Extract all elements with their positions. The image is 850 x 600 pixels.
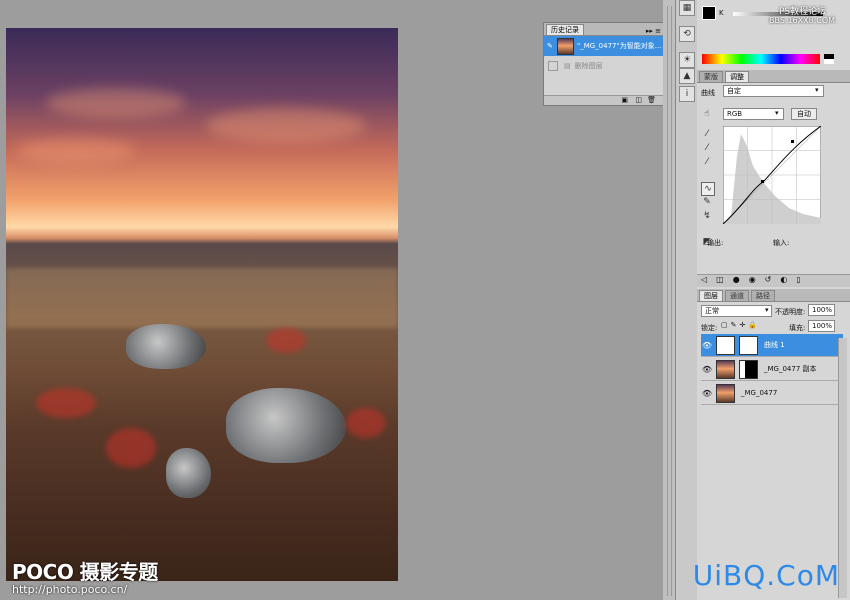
fill-input[interactable]: 100% [808,320,835,332]
sky-cloud [46,88,186,118]
layer-thumb [716,359,735,379]
curves-adjust-icon [716,335,735,355]
opacity-input[interactable]: 100% [808,304,835,316]
rock [126,324,206,369]
sky-cloud [16,138,136,163]
layers-tabs: 图层 通道 路径 [697,289,850,302]
opacity-label: 不透明度: [775,308,806,316]
lock-label: 锁定: [701,324,718,332]
sky-cloud [206,108,366,143]
tab-layers[interactable]: 图层 [699,290,723,301]
layer-curves-1[interactable]: 👁 曲线 1 [701,334,843,357]
document-canvas[interactable] [6,28,398,581]
layer-mg0477[interactable]: 👁 _MG_0477 [701,382,843,405]
output-label: 输出: [707,239,724,247]
eye-icon[interactable]: 👁 [701,389,713,398]
layer-name: _MG_0477 副本 [764,365,817,373]
dock-grip[interactable] [667,6,672,596]
brush-icon: ✎ [547,42,553,50]
curve-point-icon[interactable]: ∿ [701,182,715,196]
snapshot-icon[interactable]: ◫ [635,96,642,104]
history-thumbnail [557,37,574,55]
chevron-down-icon: ▾ [815,86,819,94]
channel-k-label: K [719,9,724,17]
layer-mask-thumb[interactable] [739,335,758,355]
input-label: 输入: [773,239,790,247]
history-button-bar: ▣ ◫ 🗑 [544,95,664,105]
history-tabs: 历史记录 ▸▸ ≡ [544,23,664,36]
brightness-icon[interactable]: ☀ [679,52,695,68]
right-panels: K PS教程论坛 BBS.16XX8.COM 蒙版 调整 曲线 自定 ▾ ☝ R… [697,0,850,600]
rock [166,448,211,498]
tab-channels[interactable]: 通道 [725,290,749,301]
layer-name: _MG_0477 [741,389,778,397]
color-panel: K PS教程论坛 BBS.16XX8.COM [697,0,850,70]
poco-brand: POCO 摄影专题 [12,560,158,584]
fill-label: 填充: [789,324,806,332]
tab-masks[interactable]: 蒙版 [699,71,723,82]
target-adjust-icon[interactable]: ☝ [701,108,713,120]
new-document-icon[interactable]: ▣ [621,96,628,104]
smooth-icon[interactable]: ↯ [701,210,713,222]
auto-button[interactable]: 自动 [791,108,817,120]
site-watermark: UiBQ.CoM [692,559,840,592]
tab-adjustments[interactable]: 调整 [725,71,749,82]
foreground-swatch[interactable] [702,6,716,20]
red-flowers [106,428,156,468]
layer-thumb [716,383,735,403]
black-eyedropper-icon[interactable]: ⁄ [701,128,713,140]
image-icon[interactable]: ▲ [679,68,695,84]
poco-watermark: POCO 摄影专题 http://photo.poco.cn/ [12,556,158,596]
panel-menu-icon[interactable]: ▸▸ ≡ [646,27,664,35]
history-panel: 历史记录 ▸▸ ≡ ✎ "_MG_0477"为智能对象... ▤ 删除图层 ▣ … [543,22,665,106]
history-row-smart-object[interactable]: ✎ "_MG_0477"为智能对象... [544,36,664,56]
layer-mask-thumb[interactable] [739,359,758,379]
gray-eyedropper-icon[interactable]: ⁄ [701,142,713,154]
layer-name: 曲线 1 [764,341,785,349]
blend-mode-select[interactable]: 正常 [701,305,772,317]
history-row-label: 删除图层 [574,62,603,70]
curve-graph[interactable] [723,126,821,224]
spectrum-bar[interactable] [702,54,820,64]
layer-mg0477-copy[interactable]: 👁 _MG_0477 副本 [701,358,843,381]
chevron-down-icon: ▾ [765,306,769,314]
tab-paths[interactable]: 路径 [751,290,775,301]
forum-url-watermark: BBS.16XX8.COM [769,16,836,25]
adjustments-panel: 蒙版 调整 曲线 自定 ▾ ☝ RGB ▾ 自动 ⁄ ⁄ ⁄ ∿ ✎ ↯ ◩ 输 [697,70,850,287]
eye-icon[interactable]: 👁 [701,341,713,350]
preset-select[interactable]: 自定 [723,85,824,97]
trash-icon[interactable]: 🗑 [647,96,656,104]
history-row-delete-layer[interactable]: ▤ 删除图层 [544,56,664,76]
curves-label: 曲线 [701,89,715,97]
panel-icon-strip: ▦ ⟲ ☀ ▲ i [675,0,698,600]
lock-icons[interactable]: ▢✎✛🔒 [721,321,760,329]
chevron-down-icon: ▾ [775,109,779,117]
document-icon: ▤ [564,62,571,70]
red-flowers [346,408,386,438]
red-flowers [266,328,306,353]
dock-edge [663,0,675,600]
tab-history[interactable]: 历史记录 [546,24,584,35]
red-flowers [36,388,96,418]
history-row-label: "_MG_0477"为智能对象... [577,42,662,50]
info-icon[interactable]: i [679,86,695,102]
white-eyedropper-icon[interactable]: ⁄ [701,156,713,168]
eye-icon[interactable]: 👁 [701,365,713,374]
white-swatch[interactable] [824,59,834,64]
layer-comps-icon[interactable]: ▦ [679,0,695,16]
history-source-box [548,61,558,71]
adjust-button-bar: ◁◫●◉↺◐▯ [697,274,850,287]
pencil-icon[interactable]: ✎ [701,196,713,208]
adjust-tool-icons[interactable]: ◁◫●◉↺◐▯ [701,275,810,284]
adjust-tabs: 蒙版 调整 [697,70,850,83]
rock [226,388,346,463]
grass-field [6,268,398,328]
history-icon[interactable]: ⟲ [679,26,695,42]
